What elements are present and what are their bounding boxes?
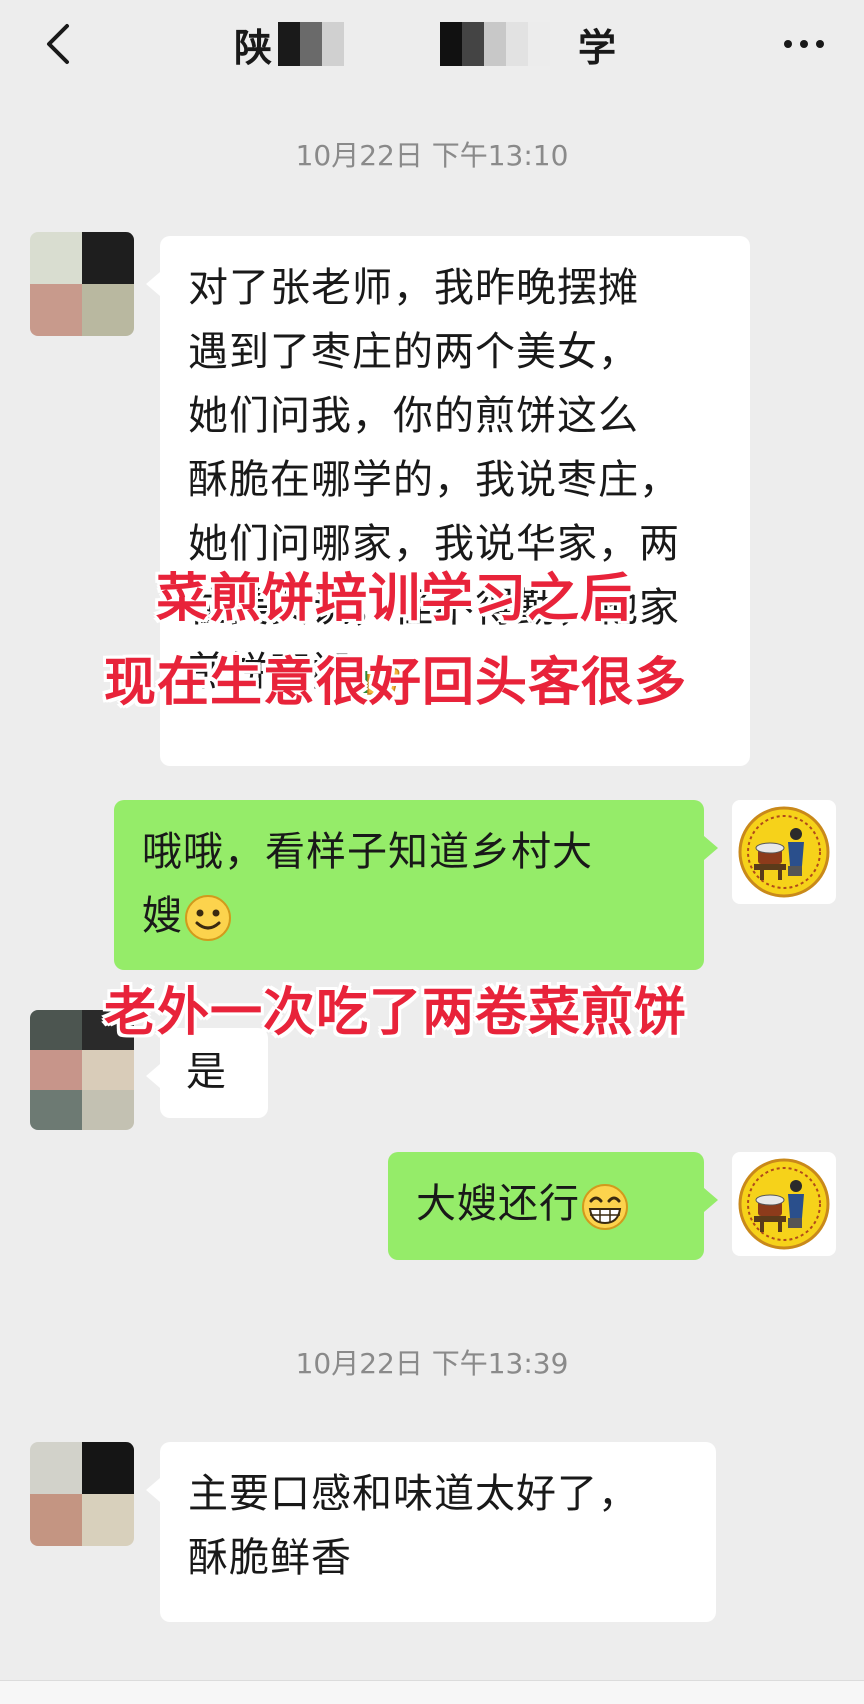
back-button[interactable] [30,16,86,72]
message-bubble-sent[interactable]: 大嫂还行 [388,1152,718,1260]
more-dot [784,40,792,48]
chat-title: 陕 学 [230,14,630,74]
more-dot [800,40,808,48]
more-dot [816,40,824,48]
chat-title-start: 陕 [234,25,273,70]
shop-logo-icon [738,1158,830,1250]
chat-title-end: 学 [578,25,617,70]
grin-emoji-icon [582,1184,628,1230]
video-caption: 菜煎饼培训学习之后 [156,569,634,629]
my-avatar[interactable] [732,1152,836,1256]
message-text-line: 酥脆鲜香 [188,1535,352,1581]
message-timestamp: 10月22日 下午13:39 [295,1347,569,1380]
message-text-line: 对了张老师，我昨晚摆摊 [188,265,639,311]
smile-emoji-icon [185,895,231,941]
chevron-left-icon [47,24,69,64]
chat-header: 陕 学 [0,0,864,88]
message-text-line: 哦哦，看样子知道乡村大 [142,829,593,875]
shop-logo-icon [738,806,830,898]
message-text-line: 嫂 [142,893,183,939]
message-text: 是 [186,1049,227,1095]
title-redaction [278,22,344,66]
video-caption: 老外一次吃了两卷菜煎饼 [104,983,688,1043]
message-text-line: 她们问我，你的煎饼这么 [188,393,639,439]
message-text-line: 主要口感和味道太好了， [188,1471,639,1517]
contact-avatar[interactable] [30,1442,134,1546]
video-caption: 现在生意很好回头客很多 [104,653,688,713]
contact-avatar[interactable] [30,232,134,336]
title-redaction [440,22,550,66]
message-text-line: 酥脆在哪学的，我说枣庄， [188,457,680,503]
message-timestamp: 10月22日 下午13:10 [295,139,569,172]
my-avatar[interactable] [732,800,836,904]
message-bubble-sent[interactable]: 哦哦，看样子知道乡村大 嫂 [114,800,718,970]
more-button[interactable] [774,24,834,64]
message-text: 大嫂还行 [416,1181,580,1227]
input-bar[interactable] [0,1680,864,1704]
message-bubble-received[interactable]: 主要口感和味道太好了， 酥脆鲜香 [146,1442,716,1622]
message-text-line: 遇到了枣庄的两个美女， [188,329,639,375]
